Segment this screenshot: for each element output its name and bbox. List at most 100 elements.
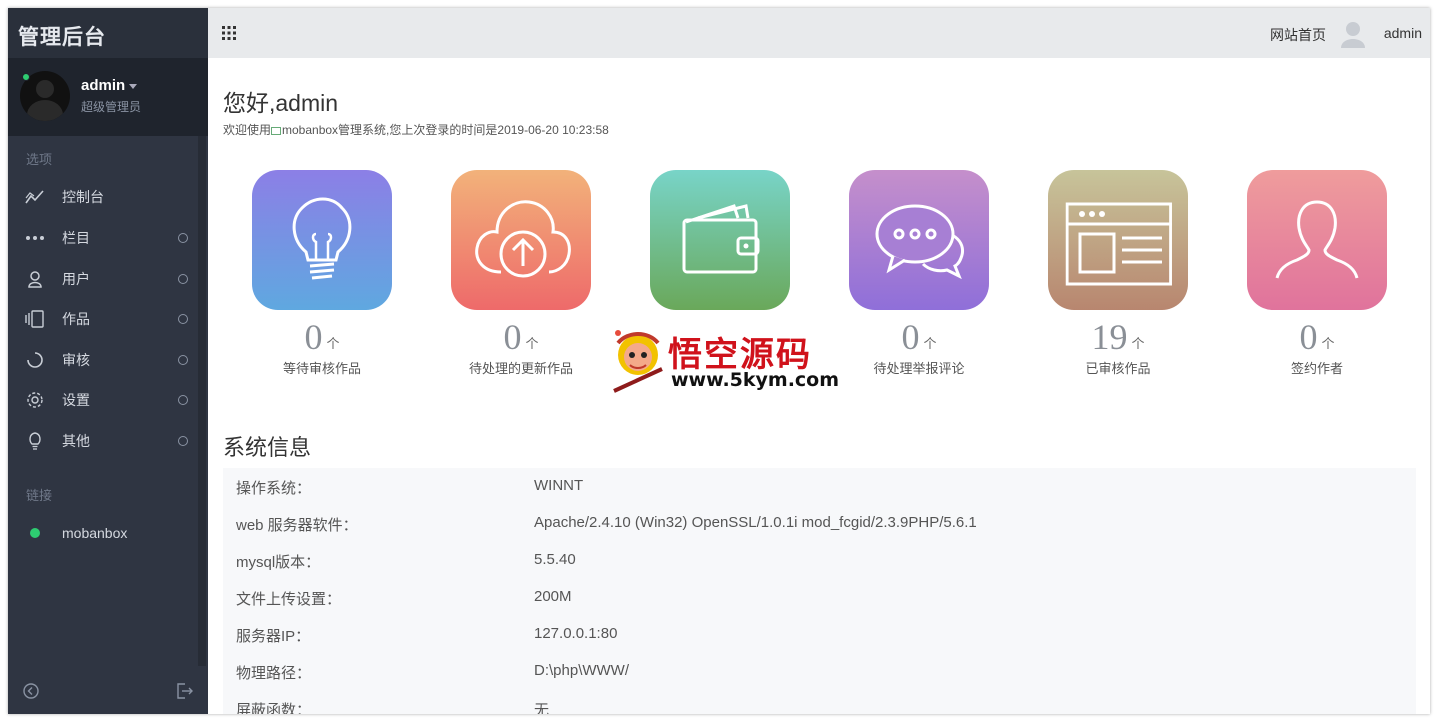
main-content: 您好,admin 欢迎使用 mobanbox管理系统,您上次登录的时间是2019-… (208, 58, 1430, 714)
stat-label: 已审核作品 (1085, 361, 1151, 376)
gear-icon (25, 390, 45, 410)
tile-lightbulb (252, 170, 392, 310)
sidebar-item-label: 用户 (62, 271, 90, 287)
expand-circle-icon (178, 274, 188, 284)
expand-circle-icon (178, 395, 188, 405)
files-icon (25, 309, 45, 329)
watermark-logo: 悟空源码 www.5kym.com (606, 325, 839, 395)
stat-label: 等待审核作品 (282, 361, 361, 376)
table-row: mysql版本： 5.5.40 (223, 542, 1416, 579)
info-key: 文件上传设置： (236, 591, 342, 608)
tile-person (1247, 170, 1387, 310)
info-key: mysql版本： (236, 554, 321, 571)
page-title: 您好,admin (223, 90, 339, 116)
section-options-label: 选项 (26, 152, 53, 167)
chat-icon (875, 204, 964, 280)
collapse-sidebar-icon[interactable] (22, 682, 40, 700)
user-role: 超级管理员 (81, 100, 142, 114)
sidebar-item-label: 其他 (62, 433, 90, 449)
user-menu-toggle[interactable]: admin (81, 77, 138, 94)
stat-label: 待处理的更新作品 (468, 361, 573, 376)
header-user-name[interactable]: admin (1384, 25, 1422, 41)
stat-count: 0 (304, 317, 323, 357)
apps-grid-icon[interactable] (222, 26, 236, 40)
caret-down-icon (129, 83, 138, 89)
person-icon (1275, 200, 1359, 279)
sidebar-item-review[interactable]: 审核 (8, 341, 198, 379)
wallet-icon (682, 204, 760, 274)
stat-unit: 个 (1131, 336, 1145, 351)
info-value: Apache/2.4.10 (Win32) OpenSSL/1.0.1i mod… (534, 514, 977, 531)
stat-count: 0 (503, 317, 522, 357)
welcome-rest: mobanbox管理系统,您上次登录的时间是2019-06-20 10:23:5… (282, 123, 609, 137)
info-value: 5.5.40 (534, 551, 576, 568)
welcome-text: 欢迎使用 mobanbox管理系统,您上次登录的时间是2019-06-20 10:… (223, 121, 609, 138)
sysinfo-table: 操作系统： WINNT web 服务器软件： Apache/2.4.10 (Wi… (223, 468, 1416, 714)
info-value: D:\php\WWW/ (534, 662, 630, 679)
sidebar-link-mobanbox[interactable]: mobanbox (8, 514, 198, 552)
dots-icon (25, 228, 45, 248)
chart-line-icon (25, 187, 45, 207)
section-links-label: 链接 (26, 488, 53, 503)
header-avatar-icon[interactable] (1340, 20, 1366, 48)
stat-card-pending-review[interactable]: 0个 等待审核作品 (252, 170, 392, 377)
cloud-upload-icon (475, 200, 571, 278)
info-key: web 服务器软件： (236, 517, 358, 534)
user-icon (25, 269, 45, 289)
sidebar: 管理后台 admin 超级管理员 选项 控制台 栏目 用户 作品 审核 设置 其… (8, 8, 208, 714)
sidebar-item-dashboard[interactable]: 控制台 (8, 178, 198, 216)
info-key: 服务器IP： (236, 628, 311, 645)
sidebar-item-label: 审核 (62, 352, 90, 368)
sidebar-item-users[interactable]: 用户 (8, 260, 198, 298)
stat-label: 签约作者 (1290, 361, 1343, 376)
stat-card-pending-updates[interactable]: 0个 待处理的更新作品 (451, 170, 591, 377)
stat-count: 0 (901, 317, 920, 357)
user-panel: admin 超级管理员 (8, 58, 208, 136)
stat-count: 19 (1091, 317, 1128, 357)
stat-card-reviewed-works[interactable]: 19 个 已审核作品 (1048, 170, 1188, 377)
site-home-link[interactable]: 网站首页 (1270, 25, 1326, 45)
brand-title: 管理后台 (8, 8, 208, 58)
info-key: 物理路径： (236, 665, 312, 682)
sysinfo-title: 系统信息 (223, 435, 312, 460)
sidebar-item-columns[interactable]: 栏目 (8, 219, 198, 257)
sidebar-item-label: 栏目 (62, 230, 90, 246)
user-name: admin (81, 77, 126, 94)
sidebar-item-other[interactable]: 其他 (8, 422, 198, 460)
sidebar-item-label: 作品 (62, 311, 90, 327)
stat-card-pending-reports[interactable]: 0个 待处理举报评论 (849, 170, 989, 377)
stat-card-signed-authors[interactable]: 0个 签约作者 (1247, 170, 1387, 377)
table-row: 服务器IP： 127.0.0.1:80 (223, 616, 1416, 653)
lightbulb-icon (25, 431, 45, 451)
stat-unit: 个 (326, 336, 340, 351)
green-dot-icon (25, 523, 45, 543)
sidebar-item-label: 设置 (62, 392, 90, 408)
table-row: 屏蔽函数： 无 (223, 690, 1416, 714)
info-key: 屏蔽函数： (236, 702, 312, 714)
logout-icon[interactable] (176, 682, 194, 700)
info-value: WINNT (534, 477, 584, 494)
top-bar: 网站首页 admin (208, 8, 1430, 58)
stat-unit: 个 (525, 336, 539, 351)
online-status-icon (22, 73, 30, 81)
sidebar-item-settings[interactable]: 设置 (8, 381, 198, 419)
tile-browser (1048, 170, 1188, 310)
sidebar-item-works[interactable]: 作品 (8, 300, 198, 338)
monkey-logo-icon (613, 330, 663, 393)
browser-window-icon (1065, 202, 1172, 286)
expand-circle-icon (178, 233, 188, 243)
table-row: 文件上传设置： 200M (223, 579, 1416, 616)
table-row: 物理路径： D:\php\WWW/ (223, 653, 1416, 690)
small-image-icon (271, 126, 282, 135)
info-value: 127.0.0.1:80 (534, 625, 618, 642)
sidebar-scrollbar[interactable] (198, 136, 206, 666)
app-window: 管理后台 admin 超级管理员 选项 控制台 栏目 用户 作品 审核 设置 其… (8, 8, 1430, 714)
info-key: 操作系统： (236, 480, 312, 497)
info-value: 无 (534, 702, 550, 714)
table-row: 操作系统： WINNT (223, 468, 1416, 505)
expand-circle-icon (178, 436, 188, 446)
tile-wallet (650, 170, 790, 310)
tile-cloud (451, 170, 591, 310)
expand-circle-icon (178, 314, 188, 324)
lightbulb-icon (292, 197, 352, 280)
